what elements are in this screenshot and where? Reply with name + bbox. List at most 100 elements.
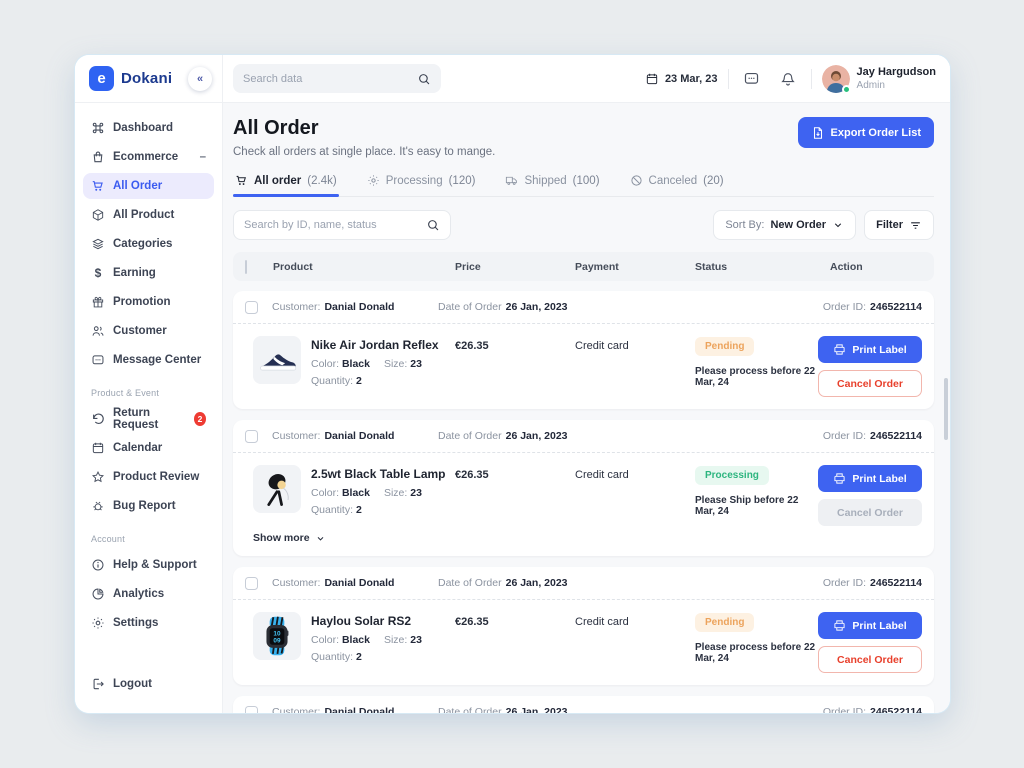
- divider: [728, 69, 729, 89]
- top-bar-right: 23 Mar, 23 Jay Hargudson: [645, 65, 936, 93]
- brand-name: Dokani: [121, 70, 172, 87]
- calendar-icon: [645, 72, 659, 86]
- tab-shipped[interactable]: Shipped (100): [503, 174, 601, 196]
- order-price: €26.35: [455, 469, 575, 481]
- sidebar-item-calendar[interactable]: Calendar: [83, 435, 214, 461]
- star-icon: [91, 470, 105, 484]
- page-subtitle: Check all orders at single place. It's e…: [233, 146, 495, 158]
- status-badge: Processing: [695, 466, 769, 485]
- sidebar-item-all-product[interactable]: All Product: [83, 202, 214, 228]
- product-image-table-lamp: [253, 465, 301, 513]
- product-name: Haylou Solar RS2: [311, 614, 422, 628]
- sidebar-item-customer[interactable]: Customer: [83, 318, 214, 344]
- payment-method: Credit card: [575, 469, 695, 481]
- online-status-dot: [842, 85, 851, 94]
- cancel-order-button[interactable]: Cancel Order: [818, 646, 922, 673]
- calendar-icon: [91, 441, 105, 455]
- print-label-button[interactable]: Print Label: [818, 465, 922, 492]
- order-card: Customer:Danial Donald Date of Order26 J…: [233, 291, 934, 409]
- tab-canceled[interactable]: Canceled (20): [628, 174, 726, 196]
- truck-icon: [505, 174, 518, 187]
- cancel-order-button[interactable]: Cancel Order: [818, 370, 922, 397]
- customer-name: Danial Donald: [324, 706, 394, 713]
- order-id: 246522114: [870, 577, 922, 589]
- messages-button[interactable]: [739, 66, 765, 92]
- order-date: 26 Jan, 2023: [506, 706, 568, 713]
- sidebar-item-ecommerce[interactable]: Ecommerce –: [83, 144, 214, 170]
- divider: [811, 69, 812, 89]
- order-date: 26 Jan, 2023: [506, 577, 568, 589]
- user-profile-menu[interactable]: Jay Hargudson Admin: [822, 65, 936, 93]
- notifications-button[interactable]: [775, 66, 801, 92]
- order-checkbox[interactable]: [245, 706, 258, 714]
- gear-icon: [367, 174, 380, 187]
- order-search-input[interactable]: [244, 219, 426, 231]
- order-checkbox[interactable]: [245, 301, 258, 314]
- tab-processing[interactable]: Processing (120): [365, 174, 478, 196]
- sidebar-item-help-support[interactable]: Help & Support: [83, 552, 214, 578]
- status-note: Please Ship before 22 Mar, 24: [695, 495, 818, 517]
- search-icon: [417, 72, 431, 86]
- global-search[interactable]: [233, 64, 441, 93]
- collapse-group-icon[interactable]: –: [200, 151, 206, 163]
- sidebar-section-account: Account: [91, 534, 206, 544]
- order-meta-row: Customer:Danial Donald Date of Order26 J…: [233, 696, 934, 713]
- column-price: Price: [455, 261, 575, 273]
- sidebar-item-logout[interactable]: Logout: [83, 671, 214, 697]
- order-date: 26 Jan, 2023: [506, 430, 568, 442]
- sidebar-item-product-review[interactable]: Product Review: [83, 464, 214, 490]
- order-search[interactable]: [233, 210, 451, 240]
- order-id: 246522114: [870, 301, 922, 313]
- date-picker[interactable]: 23 Mar, 23: [645, 72, 718, 86]
- sidebar-item-categories[interactable]: Categories: [83, 231, 214, 257]
- tab-all-order[interactable]: All order (2.4k): [233, 174, 339, 196]
- order-tabs: All order (2.4k) Processing (120) Shippe…: [233, 174, 934, 197]
- sidebar-item-dashboard[interactable]: Dashboard: [83, 115, 214, 141]
- payment-method: Credit card: [575, 616, 695, 628]
- global-search-input[interactable]: [243, 73, 417, 85]
- export-order-list-button[interactable]: Export Order List: [798, 117, 934, 148]
- sidebar-logo-row: e Dokani «: [75, 55, 222, 103]
- bag-icon: [91, 150, 105, 164]
- top-bar: 23 Mar, 23 Jay Hargudson: [223, 55, 950, 103]
- chevrons-left-icon: «: [197, 73, 203, 85]
- bell-icon: [780, 71, 796, 87]
- pie-chart-icon: [91, 587, 105, 601]
- customer-name: Danial Donald: [324, 577, 394, 589]
- show-more-link[interactable]: Show more: [233, 530, 934, 556]
- order-product-row: Nike Air Jordan Reflex Color: BlackSize:…: [233, 324, 934, 409]
- sidebar-item-settings[interactable]: Settings: [83, 610, 214, 636]
- gear-icon: [91, 616, 105, 630]
- app-window: e Dokani « Dashboard Ecommerce – All Ord…: [75, 55, 950, 713]
- order-card: Customer:Danial Donald Date of Order26 J…: [233, 567, 934, 685]
- print-label-button[interactable]: Print Label: [818, 336, 922, 363]
- cancel-order-button-disabled[interactable]: Cancel Order: [818, 499, 922, 526]
- print-label-button[interactable]: Print Label: [818, 612, 922, 639]
- filter-button[interactable]: Filter: [864, 210, 934, 240]
- sidebar-collapse-button[interactable]: «: [188, 67, 212, 91]
- order-card: Customer:Danial Donald Date of Order26 J…: [233, 696, 934, 713]
- sidebar-item-return-request[interactable]: Return Request 2: [83, 406, 214, 432]
- current-date: 23 Mar, 23: [665, 73, 718, 85]
- column-status: Status: [695, 261, 830, 273]
- sidebar-item-promotion[interactable]: Promotion: [83, 289, 214, 315]
- payment-method: Credit card: [575, 340, 695, 352]
- sidebar-item-analytics[interactable]: Analytics: [83, 581, 214, 607]
- scrollbar-thumb[interactable]: [944, 378, 948, 440]
- sidebar-section-product-event: Product & Event: [91, 388, 206, 398]
- sidebar: e Dokani « Dashboard Ecommerce – All Ord…: [75, 55, 223, 713]
- select-all-checkbox[interactable]: [245, 260, 247, 274]
- sidebar-item-earning[interactable]: $ Earning: [83, 260, 214, 286]
- sort-by-dropdown[interactable]: Sort By: New Order: [713, 210, 856, 240]
- user-role: Admin: [857, 80, 936, 91]
- export-file-icon: [811, 126, 825, 140]
- order-checkbox[interactable]: [245, 430, 258, 443]
- order-checkbox[interactable]: [245, 577, 258, 590]
- order-product-row: Haylou Solar RS2 Color: BlackSize: 23 Qu…: [233, 600, 934, 685]
- order-meta-row: Customer:Danial Donald Date of Order26 J…: [233, 420, 934, 453]
- sidebar-item-all-order[interactable]: All Order: [83, 173, 214, 199]
- sidebar-item-message-center[interactable]: Message Center: [83, 347, 214, 373]
- logout-icon: [91, 677, 105, 691]
- dollar-icon: $: [91, 266, 105, 280]
- sidebar-item-bug-report[interactable]: Bug Report: [83, 493, 214, 519]
